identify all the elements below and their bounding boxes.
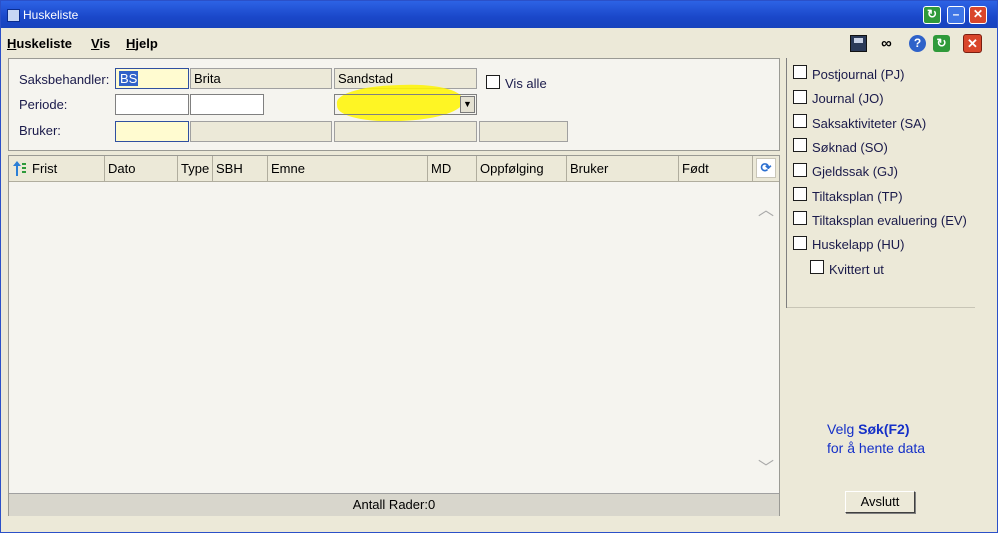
save-icon[interactable]: [850, 35, 867, 52]
saksbehandler-firstname-field: Brita: [190, 68, 332, 89]
hint-shortcut: Søk(F2): [858, 421, 910, 437]
saksbehandler-code-text: BS: [119, 71, 139, 86]
binoculars-icon[interactable]: ∞: [878, 35, 895, 52]
menu-vis[interactable]: Vis: [91, 36, 110, 51]
row-count-status: Antall Rader:0: [9, 493, 779, 516]
vis-alle-label: Vis alle: [505, 76, 547, 91]
search-hint: Velg Søk(F2) for å hente data: [827, 420, 925, 458]
hint-line2: for å hente data: [827, 440, 926, 456]
vis-alle-checkbox[interactable]: [486, 75, 500, 89]
bruker-label: Bruker:: [19, 123, 61, 138]
grid-refresh-icon[interactable]: ⟳: [756, 158, 776, 178]
help-icon[interactable]: ?: [909, 35, 926, 52]
minimize-button[interactable]: –: [947, 6, 965, 24]
hint-prefix: Velg: [827, 421, 859, 437]
filter-checkbox-gj[interactable]: [793, 163, 807, 177]
kvittert-ut-checkbox[interactable]: [810, 260, 824, 274]
filter-label-jo: Journal (JO): [812, 91, 884, 106]
filter-checkbox-tp[interactable]: [793, 187, 807, 201]
menu-label: uskeliste: [16, 36, 73, 51]
panel-divider: [787, 307, 975, 308]
filter-checkbox-hu[interactable]: [793, 236, 807, 250]
kvittert-ut-label: Kvittert ut: [829, 262, 884, 277]
saksbehandler-label: Saksbehandler:: [19, 72, 110, 87]
filter-checkbox-ev[interactable]: [793, 211, 807, 225]
column-bruker[interactable]: Bruker: [567, 156, 679, 181]
column-md[interactable]: MD: [428, 156, 477, 181]
sort-icon[interactable]: [12, 160, 27, 177]
filter-checkbox-pj[interactable]: [793, 65, 807, 79]
title-refresh-icon[interactable]: ↻: [923, 6, 941, 24]
app-icon: [7, 9, 20, 22]
filter-label-sa: Saksaktiviteter (SA): [812, 116, 927, 131]
menu-accel: H: [126, 36, 136, 51]
column-type[interactable]: Type: [178, 156, 213, 181]
scroll-down-icon[interactable]: ﹀: [758, 454, 774, 478]
menu-label: is: [99, 36, 111, 51]
menu-hjelp[interactable]: Hjelp: [126, 36, 158, 51]
app-window: Huskeliste ↻ – ✕ Huskeliste Vis Hjelp ∞ …: [0, 0, 998, 533]
menu-huskeliste[interactable]: Huskeliste: [7, 36, 72, 51]
avslutt-button[interactable]: Avslutt: [845, 491, 915, 513]
column-oppfolging[interactable]: Oppfølging: [477, 156, 567, 181]
filter-checkbox-jo[interactable]: [793, 90, 807, 104]
menu-accel: H: [7, 36, 17, 51]
window-title: Huskeliste: [23, 8, 79, 22]
bruker-detail-field-1: [190, 121, 332, 142]
filter-checkbox-sa[interactable]: [793, 114, 807, 128]
results-grid: Frist Dato Type SBH Emne MD Oppfølging B…: [8, 155, 780, 516]
menu-bar: Huskeliste Vis Hjelp: [1, 28, 997, 55]
periode-to-field[interactable]: [190, 94, 264, 115]
column-sbh[interactable]: SBH: [213, 156, 268, 181]
menu-label: jelp: [135, 36, 158, 51]
filter-label-tp: Tiltaksplan (TP): [812, 189, 903, 204]
filter-label-hu: Huskelapp (HU): [812, 237, 905, 252]
column-dato[interactable]: Dato: [105, 156, 178, 181]
scroll-up-icon[interactable]: ︿: [758, 196, 774, 220]
filter-label-so: Søknad (SO): [812, 140, 888, 155]
bruker-field[interactable]: [115, 121, 189, 142]
periode-label: Periode:: [19, 97, 68, 112]
periode-from-field[interactable]: [115, 94, 189, 115]
refresh-icon[interactable]: ↻: [933, 35, 950, 52]
title-bar[interactable]: Huskeliste ↻ – ✕: [1, 1, 997, 28]
saksbehandler-code-field[interactable]: BS: [115, 68, 189, 89]
close-icon[interactable]: ✕: [963, 34, 982, 53]
filter-label-pj: Postjournal (PJ): [812, 67, 905, 82]
window-close-button[interactable]: ✕: [969, 6, 987, 24]
filter-label-gj: Gjeldssak (GJ): [812, 164, 898, 179]
filter-label-ev: Tiltaksplan evaluering (EV): [812, 213, 967, 228]
bruker-detail-field-2: [334, 121, 477, 142]
grid-header: Frist Dato Type SBH Emne MD Oppfølging B…: [9, 156, 779, 182]
column-emne[interactable]: Emne: [268, 156, 428, 181]
column-frist[interactable]: Frist: [29, 156, 105, 181]
chevron-down-icon[interactable]: ▼: [460, 96, 475, 113]
filter-checkbox-so[interactable]: [793, 138, 807, 152]
bruker-detail-field-3: [479, 121, 568, 142]
periode-type-dropdown[interactable]: ▼: [334, 94, 477, 115]
column-fodt[interactable]: Født: [679, 156, 753, 181]
